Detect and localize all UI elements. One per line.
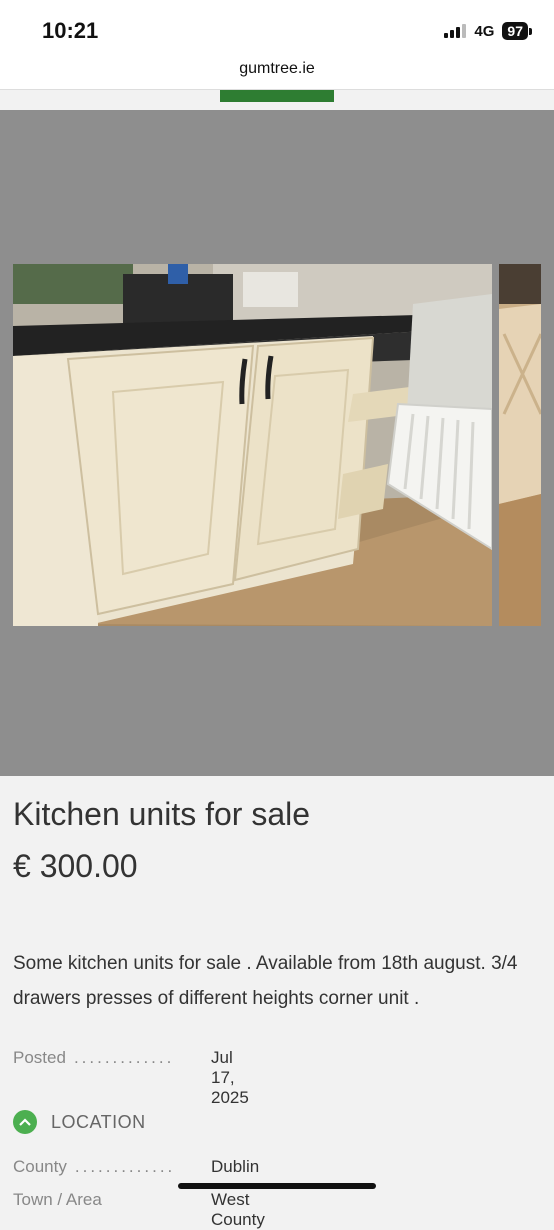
network-type: 4G: [474, 22, 495, 40]
listing-description: Some kitchen units for sale . Available …: [13, 953, 518, 1009]
dot-leader: .............: [74, 1157, 176, 1176]
listing-title: Kitchen units for sale: [13, 796, 311, 832]
town-value: West County: [211, 1190, 265, 1229]
signal-icon: [444, 24, 467, 38]
listing-details: Kitchen units for sale € 300.00 Some kit…: [0, 776, 554, 1229]
listing-price: € 300.00: [13, 848, 138, 884]
battery-icon: 97: [502, 22, 532, 40]
county-value: Dublin: [211, 1157, 260, 1176]
dot-leader: .............: [73, 1048, 175, 1067]
posted-row: Posted ............. Jul 17, 2025: [13, 1048, 249, 1107]
status-bar: 10:21 4G 97 gumtree.ie: [0, 0, 554, 90]
location-section-header[interactable]: LOCATION: [13, 1110, 146, 1134]
home-indicator[interactable]: [178, 1183, 376, 1189]
chevron-up-icon[interactable]: [13, 1110, 37, 1134]
status-time: 10:21: [42, 18, 99, 43]
battery-level: 97: [502, 22, 528, 40]
image-gallery[interactable]: [0, 110, 554, 776]
status-icons: 4G 97: [444, 22, 532, 40]
next-photo-preview[interactable]: [499, 264, 541, 626]
posted-label: Posted: [13, 1048, 66, 1067]
location-heading: LOCATION: [51, 1111, 146, 1132]
county-label: County: [13, 1157, 67, 1176]
town-label: Town / Area: [13, 1190, 102, 1209]
town-row: Town / Area West County: [13, 1190, 265, 1229]
county-row: County ............. Dublin: [13, 1157, 259, 1177]
posted-value: Jul 17, 2025: [211, 1048, 249, 1107]
contact-button[interactable]: [220, 90, 334, 102]
address-bar-url[interactable]: gumtree.ie: [0, 60, 554, 78]
listing-photo[interactable]: [13, 264, 492, 626]
